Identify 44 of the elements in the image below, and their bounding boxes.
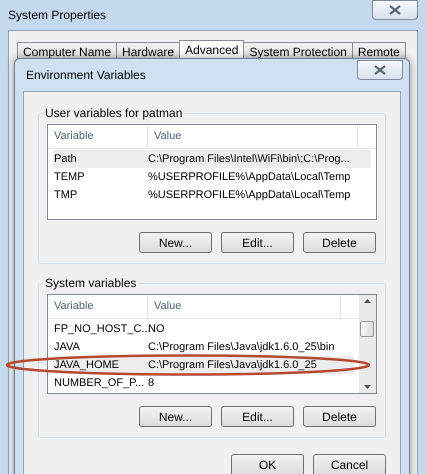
variable-name: JAVA	[53, 340, 81, 355]
list-row[interactable]: TMP %USERPROFILE%\AppData\Local\Temp	[53, 186, 371, 204]
scroll-thumb[interactable]	[360, 321, 374, 337]
variable-value: C:\Program Files\Intel\WiFi\bin\;C:\Prog...	[148, 152, 350, 167]
dialog-button[interactable]: New...	[139, 406, 212, 427]
variable-value: C:\Program Files\Java\jdk1.6.0_25\bin	[148, 340, 334, 355]
scrollbar[interactable]	[359, 295, 376, 393]
dialog-button[interactable]: OK	[231, 454, 304, 474]
variable-name: FP_NO_HOST_C...	[53, 322, 148, 337]
dialog-button[interactable]: New...	[139, 232, 212, 253]
list-row[interactable]: TEMP %USERPROFILE%\AppData\Local\Temp	[53, 168, 371, 186]
list-row[interactable]: JAVA C:\Program Files\Java\jdk1.6.0_25\bin	[53, 338, 354, 356]
variable-name: Path	[53, 152, 78, 167]
variable-value: %USERPROFILE%\AppData\Local\Temp	[148, 170, 350, 185]
dialog-button[interactable]: Delete	[303, 406, 376, 427]
close-button[interactable]	[372, 0, 418, 20]
list-row[interactable]: FP_NO_HOST_C...NO	[53, 320, 354, 338]
list-row[interactable]: Path C:\Program Files\Intel\WiFi\bin\;C:\Prog...	[53, 150, 371, 168]
group-title: User variables for patman	[44, 105, 184, 122]
column-header[interactable]: Value	[148, 295, 341, 318]
variable-name: TEMP	[53, 170, 86, 185]
scroll-down-icon[interactable]	[364, 385, 371, 389]
variable-name: TMP	[53, 188, 78, 203]
variable-name: JAVA_HOME	[53, 358, 120, 373]
dialog-button[interactable]: Delete	[303, 232, 376, 253]
window-title: System Properties	[8, 7, 106, 24]
variable-name: NUMBER_OF_P...	[53, 376, 146, 391]
group-title: System variables	[44, 275, 138, 292]
scroll-up-icon[interactable]	[364, 299, 371, 303]
dialog-button[interactable]: Edit...	[221, 232, 294, 253]
dialog-title: Environment Variables	[26, 67, 146, 84]
variable-value: %USERPROFILE%\AppData\Local\Temp	[148, 188, 350, 203]
dialog-button[interactable]: Cancel	[313, 454, 386, 474]
list-row[interactable]: NUMBER_OF_P... 8	[53, 374, 354, 392]
variable-value: NO	[148, 322, 164, 337]
column-header[interactable]: Variable	[48, 295, 148, 318]
close-button[interactable]	[357, 60, 403, 80]
close-icon	[374, 65, 386, 75]
column-header[interactable]: Variable	[48, 125, 148, 148]
close-icon	[389, 5, 401, 15]
variable-value: 8	[148, 376, 154, 391]
dialog-button[interactable]: Edit...	[221, 406, 294, 427]
variable-value: C:\Program Files\Java\jdk1.6.0_25	[148, 358, 317, 373]
column-header[interactable]: Value	[148, 125, 358, 148]
